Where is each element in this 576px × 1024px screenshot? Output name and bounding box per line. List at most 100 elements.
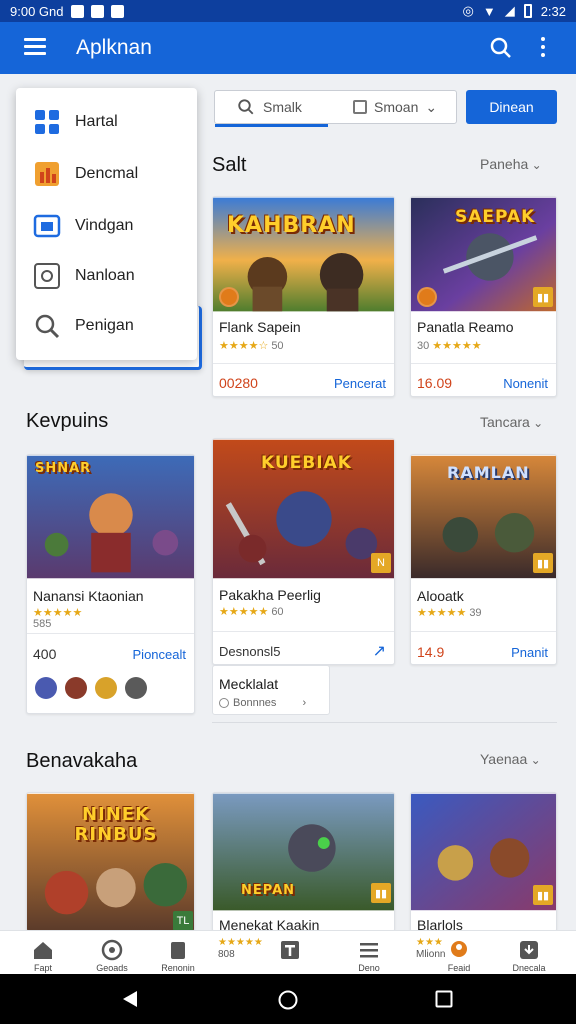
- grid-icon: [35, 110, 59, 134]
- game-card[interactable]: SAEPAK ▮▮ Panatla Reamo 30 ★★★★★ 16.09 No…: [410, 196, 557, 397]
- drawer-item-label: Nanloan: [75, 267, 135, 284]
- game-action-link[interactable]: Pencerat: [334, 376, 386, 391]
- home-button-icon[interactable]: [278, 990, 298, 1010]
- game-action-link[interactable]: Pioncealt: [133, 647, 186, 662]
- game-banner-text: KAHBRAN: [227, 213, 356, 238]
- game-action-link[interactable]: Pnanit: [511, 645, 548, 660]
- bottom-nav-label: Dnecala: [512, 963, 546, 973]
- rating-count: 30: [417, 340, 430, 352]
- card-divider: [411, 631, 556, 632]
- search-icon: [238, 99, 254, 115]
- search-bar: Smalk Smoan ⌄: [214, 90, 457, 127]
- section-title: Kevpuins: [26, 410, 109, 432]
- drawer-item[interactable]: Vindgan: [16, 202, 197, 250]
- share-icon[interactable]: ↗: [373, 641, 386, 661]
- character-icons: [35, 677, 147, 699]
- bottom-nav-profile[interactable]: Feaid: [427, 931, 491, 975]
- game-banner-text: NINEK RINBUS: [74, 804, 158, 845]
- drawer-item[interactable]: Penigan: [16, 302, 197, 350]
- section-more-link[interactable]: Yaenaa: [480, 751, 541, 767]
- filter-select-label: Smoan: [374, 99, 419, 115]
- rating-stars: ★★★★★: [432, 340, 482, 352]
- game-card[interactable]: NINEK RINBUS TL: [26, 792, 195, 932]
- mini-card-subtitle: Bonnnes: [233, 697, 277, 709]
- drawer-item-label: Vindgan: [75, 217, 134, 234]
- rating-count: 39: [469, 607, 482, 619]
- character-icon: [95, 677, 117, 699]
- more-options-icon[interactable]: [541, 37, 547, 61]
- drawer-item[interactable]: Hartal: [16, 98, 197, 146]
- notification-icon: [110, 4, 124, 18]
- card-divider: [213, 363, 394, 364]
- bottom-rating: ★★★★★ 808: [218, 937, 263, 960]
- checkbox-icon: [353, 100, 367, 114]
- bookmark-icon: ▮▮: [533, 885, 553, 905]
- hamburger-menu-icon[interactable]: [24, 38, 46, 56]
- notification-icon: [90, 4, 104, 18]
- filter-select[interactable]: Smoan ⌄: [339, 99, 437, 116]
- game-title: Flank Sapein: [219, 319, 301, 335]
- app-title: Aplknan: [76, 36, 152, 59]
- search-input[interactable]: Smalk: [215, 98, 339, 116]
- compass-icon: [101, 939, 123, 961]
- section-divider: [212, 722, 557, 723]
- bottom-nav: Fapt Geoads Renonin ★★★★★ 808 Deno ★★★ Mli…: [0, 930, 576, 974]
- game-action-link[interactable]: Nonenit: [503, 376, 548, 391]
- bottom-nav-library[interactable]: Renonin: [146, 931, 210, 975]
- game-banner-text: KUEBIAK: [261, 453, 352, 473]
- rating-count: 60: [271, 606, 284, 618]
- mini-card[interactable]: Mecklalat Bonnnes ›: [212, 665, 330, 715]
- search-icon[interactable]: [489, 36, 513, 60]
- game-card[interactable]: ▮▮ Blarlols: [410, 792, 557, 932]
- game-title: Panatla Reamo: [417, 319, 514, 335]
- game-card[interactable]: RAMLAN ▮▮ Alooatk ★★★★★ 39 14.9 Pnanit: [410, 454, 557, 665]
- chevron-right-icon: ›: [302, 697, 307, 709]
- status-time-right: 2:32: [540, 3, 566, 19]
- bookmark-icon: ▮▮: [533, 287, 553, 307]
- section-more-link[interactable]: Tancara: [480, 414, 543, 430]
- bookmark-icon: N: [371, 553, 391, 573]
- status-bar: 9:00 Gnd ◎ ▼ ◢ 2:32: [0, 0, 576, 22]
- section-more-link[interactable]: Paneha: [480, 156, 542, 172]
- rating-stars: ★★★★☆: [219, 340, 269, 352]
- rating-count: 50: [271, 340, 284, 352]
- game-price: Desnonsl5: [219, 644, 281, 659]
- bookmark-icon: TL: [173, 911, 193, 931]
- bottom-nav-label: Feaid: [447, 963, 471, 973]
- game-badge-icon: [219, 287, 239, 307]
- character-icon: [35, 677, 57, 699]
- game-card[interactable]: KAHBRAN Flank Sapein ★★★★☆ 50 00280 Pence…: [212, 196, 395, 397]
- section-title: Benavakaha: [26, 750, 138, 772]
- primary-button[interactable]: Dinean: [466, 90, 557, 124]
- game-card[interactable]: KUEBIAK N Pakakha Peerlig ★★★★★ 60 Desnon…: [212, 438, 395, 665]
- bottom-nav-label: Fapt: [33, 963, 52, 973]
- notification-icon: [70, 4, 84, 18]
- bottom-nav-menu[interactable]: Deno: [337, 931, 401, 975]
- game-price: 14.9: [417, 644, 445, 660]
- drawer-item[interactable]: Dencmal: [16, 150, 197, 198]
- drawer-item-label: Penigan: [75, 317, 134, 334]
- bottom-nav-text[interactable]: [258, 931, 322, 975]
- bottom-nav-downloads[interactable]: Dnecala: [497, 931, 561, 975]
- chart-icon: [35, 162, 59, 186]
- alarm-icon: ◎: [462, 3, 474, 18]
- menu-icon: [360, 943, 378, 958]
- section-title: Salt: [212, 154, 247, 176]
- bottom-nav-explore[interactable]: Geoads: [80, 931, 144, 975]
- bottom-nav-label: Deno: [358, 963, 380, 973]
- recents-icon[interactable]: [435, 990, 453, 1008]
- back-icon[interactable]: [121, 990, 139, 1008]
- card-divider: [213, 631, 394, 632]
- game-card[interactable]: SHNAR Nanansi Ktaonian ★★★★★ 585 400 Pio…: [26, 454, 195, 714]
- system-nav-bar: [0, 974, 576, 1024]
- drawer-item[interactable]: Nanloan: [16, 252, 197, 300]
- status-time-left: 9:00 Gnd: [10, 3, 64, 19]
- download-icon: [520, 941, 538, 959]
- rating-stars: ★★★★★: [417, 607, 467, 619]
- game-card[interactable]: NEPAN ▮▮ Menekat Kaakin: [212, 792, 395, 932]
- bottom-nav-home[interactable]: Fapt: [11, 931, 75, 975]
- game-title: Alooatk: [417, 588, 464, 604]
- bottom-nav-label: Renonin: [161, 963, 195, 973]
- text-icon: [281, 941, 299, 959]
- settings-icon: [34, 263, 60, 289]
